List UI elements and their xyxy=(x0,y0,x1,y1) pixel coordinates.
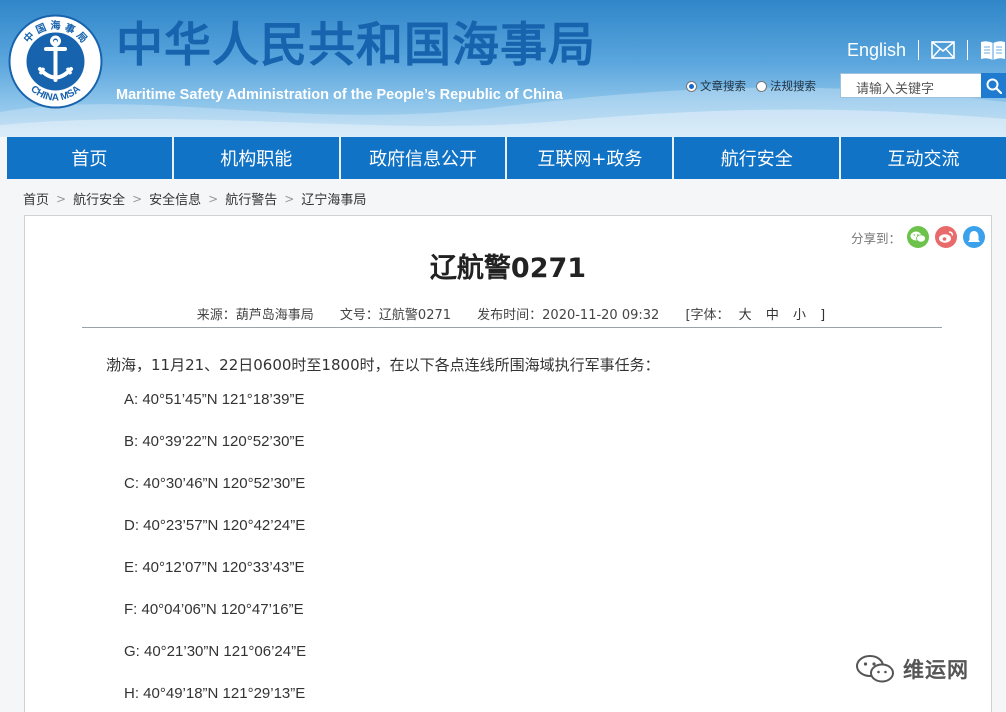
search-button[interactable] xyxy=(981,73,1006,98)
nav-gov-info[interactable]: 政府信息公开 xyxy=(341,137,508,179)
wechat-share-button[interactable] xyxy=(907,226,929,248)
article-intro: 渤海，11月21、22日0600时至1800时，在以下各点连线所围海域执行军事任… xyxy=(106,356,660,374)
article-search-radio[interactable]: 文章搜索 xyxy=(686,78,746,94)
english-link[interactable]: English xyxy=(847,40,906,61)
chevron-right-icon: > xyxy=(208,191,219,206)
radio-dot xyxy=(686,80,697,92)
article-title: 辽航警0271 xyxy=(429,253,587,284)
separator xyxy=(918,40,919,60)
weibo-icon xyxy=(939,231,954,243)
wechat-icon xyxy=(910,231,926,243)
search-input[interactable]: 请输入关键字 xyxy=(840,73,982,98)
search-icon xyxy=(986,78,1002,94)
article-source: 来源：葫芦岛海事局 xyxy=(196,308,314,323)
breadcrumb-item[interactable]: 首页 xyxy=(23,189,49,208)
site-subtitle: Maritime Safety Administration of the Pe… xyxy=(116,87,563,103)
weibo-share-button[interactable] xyxy=(935,226,957,248)
msa-logo[interactable]: 中 国 海 事 局 CHINA MSA xyxy=(8,14,103,109)
breadcrumb-item[interactable]: 安全信息 xyxy=(149,189,201,208)
coordinate-point: F: 40°04’06”N 120°47’16”E xyxy=(124,601,304,618)
radio-label: 文章搜索 xyxy=(700,79,746,93)
article-panel: 分享到： 辽航警0271 来源：葫芦岛海事局 文号：辽航警0271 发布时间：2… xyxy=(24,215,992,712)
watermark: 维运网 xyxy=(855,654,969,684)
watermark-text: 维运网 xyxy=(903,658,969,682)
coordinate-point: C: 40°30’46”N 120°52’30”E xyxy=(124,475,306,492)
article-publish-time: 发布时间：2020-11-20 09:32 xyxy=(477,308,660,323)
coordinate-point: G: 40°21’30”N 121°06’24”E xyxy=(124,643,307,660)
coordinate-point: H: 40°49’18”N 121°29’13”E xyxy=(124,685,306,702)
radio-label: 法规搜索 xyxy=(770,79,816,93)
breadcrumb-item[interactable]: 航行安全 xyxy=(73,189,125,208)
share-bar: 分享到： xyxy=(851,226,985,248)
font-size-label: [字体： xyxy=(685,308,730,323)
font-size-medium[interactable]: 中 xyxy=(766,308,779,323)
main-nav: 首页 机构职能 政府信息公开 互联网+政务 航行安全 互动交流 xyxy=(7,137,1006,179)
breadcrumb-item[interactable]: 航行警告 xyxy=(225,189,277,208)
meta-divider xyxy=(82,327,942,328)
top-links: English xyxy=(847,36,1006,64)
article-doc-number: 文号：辽航警0271 xyxy=(339,308,452,323)
site-title: 中华人民共和国海事局 xyxy=(116,18,596,73)
radio-dot xyxy=(756,80,767,92)
coordinate-point: E: 40°12’07”N 120°33’43”E xyxy=(124,559,305,576)
font-size-close: ] xyxy=(820,308,826,323)
qzone-icon xyxy=(968,231,980,242)
wechat-icon xyxy=(856,655,894,683)
book-icon[interactable] xyxy=(980,39,1006,61)
coordinate-list: A: 40°51’45”N 121°18’39”E B: 40°39’22”N … xyxy=(124,391,306,712)
nav-navigation-safety[interactable]: 航行安全 xyxy=(674,137,842,179)
coordinate-point: A: 40°51’45”N 121°18’39”E xyxy=(124,391,305,408)
separator xyxy=(967,40,968,60)
article-meta: 来源：葫芦岛海事局 文号：辽航警0271 发布时间：2020-11-20 09:… xyxy=(25,304,991,323)
share-label: 分享到： xyxy=(850,230,901,246)
font-size-large[interactable]: 大 xyxy=(739,308,752,323)
nav-internet-gov[interactable]: 互联网+政务 xyxy=(507,137,675,179)
search-type-options: 文章搜索 法规搜索 xyxy=(686,78,816,94)
font-size-small[interactable]: 小 xyxy=(793,308,806,323)
regulation-search-radio[interactable]: 法规搜索 xyxy=(756,78,816,94)
chevron-right-icon: > xyxy=(132,191,143,206)
coordinate-point: B: 40°39’22”N 120°52’30”E xyxy=(124,433,305,450)
mail-icon[interactable] xyxy=(931,41,955,59)
nav-home[interactable]: 首页 xyxy=(7,137,174,179)
qzone-share-button[interactable] xyxy=(963,226,985,248)
breadcrumb-item[interactable]: 辽宁海事局 xyxy=(301,189,366,208)
chevron-right-icon: > xyxy=(56,191,67,206)
breadcrumb: 首页 > 航行安全 > 安全信息 > 航行警告 > 辽宁海事局 xyxy=(23,189,366,209)
nav-interaction[interactable]: 互动交流 xyxy=(841,137,1006,179)
coordinate-point: D: 40°23’57”N 120°42’24”E xyxy=(124,517,306,534)
site-header: 中 国 海 事 局 CHINA MSA 中华人民共和国海事局 Maritime … xyxy=(0,0,1006,137)
nav-functions[interactable]: 机构职能 xyxy=(174,137,341,179)
chevron-right-icon: > xyxy=(284,191,295,206)
